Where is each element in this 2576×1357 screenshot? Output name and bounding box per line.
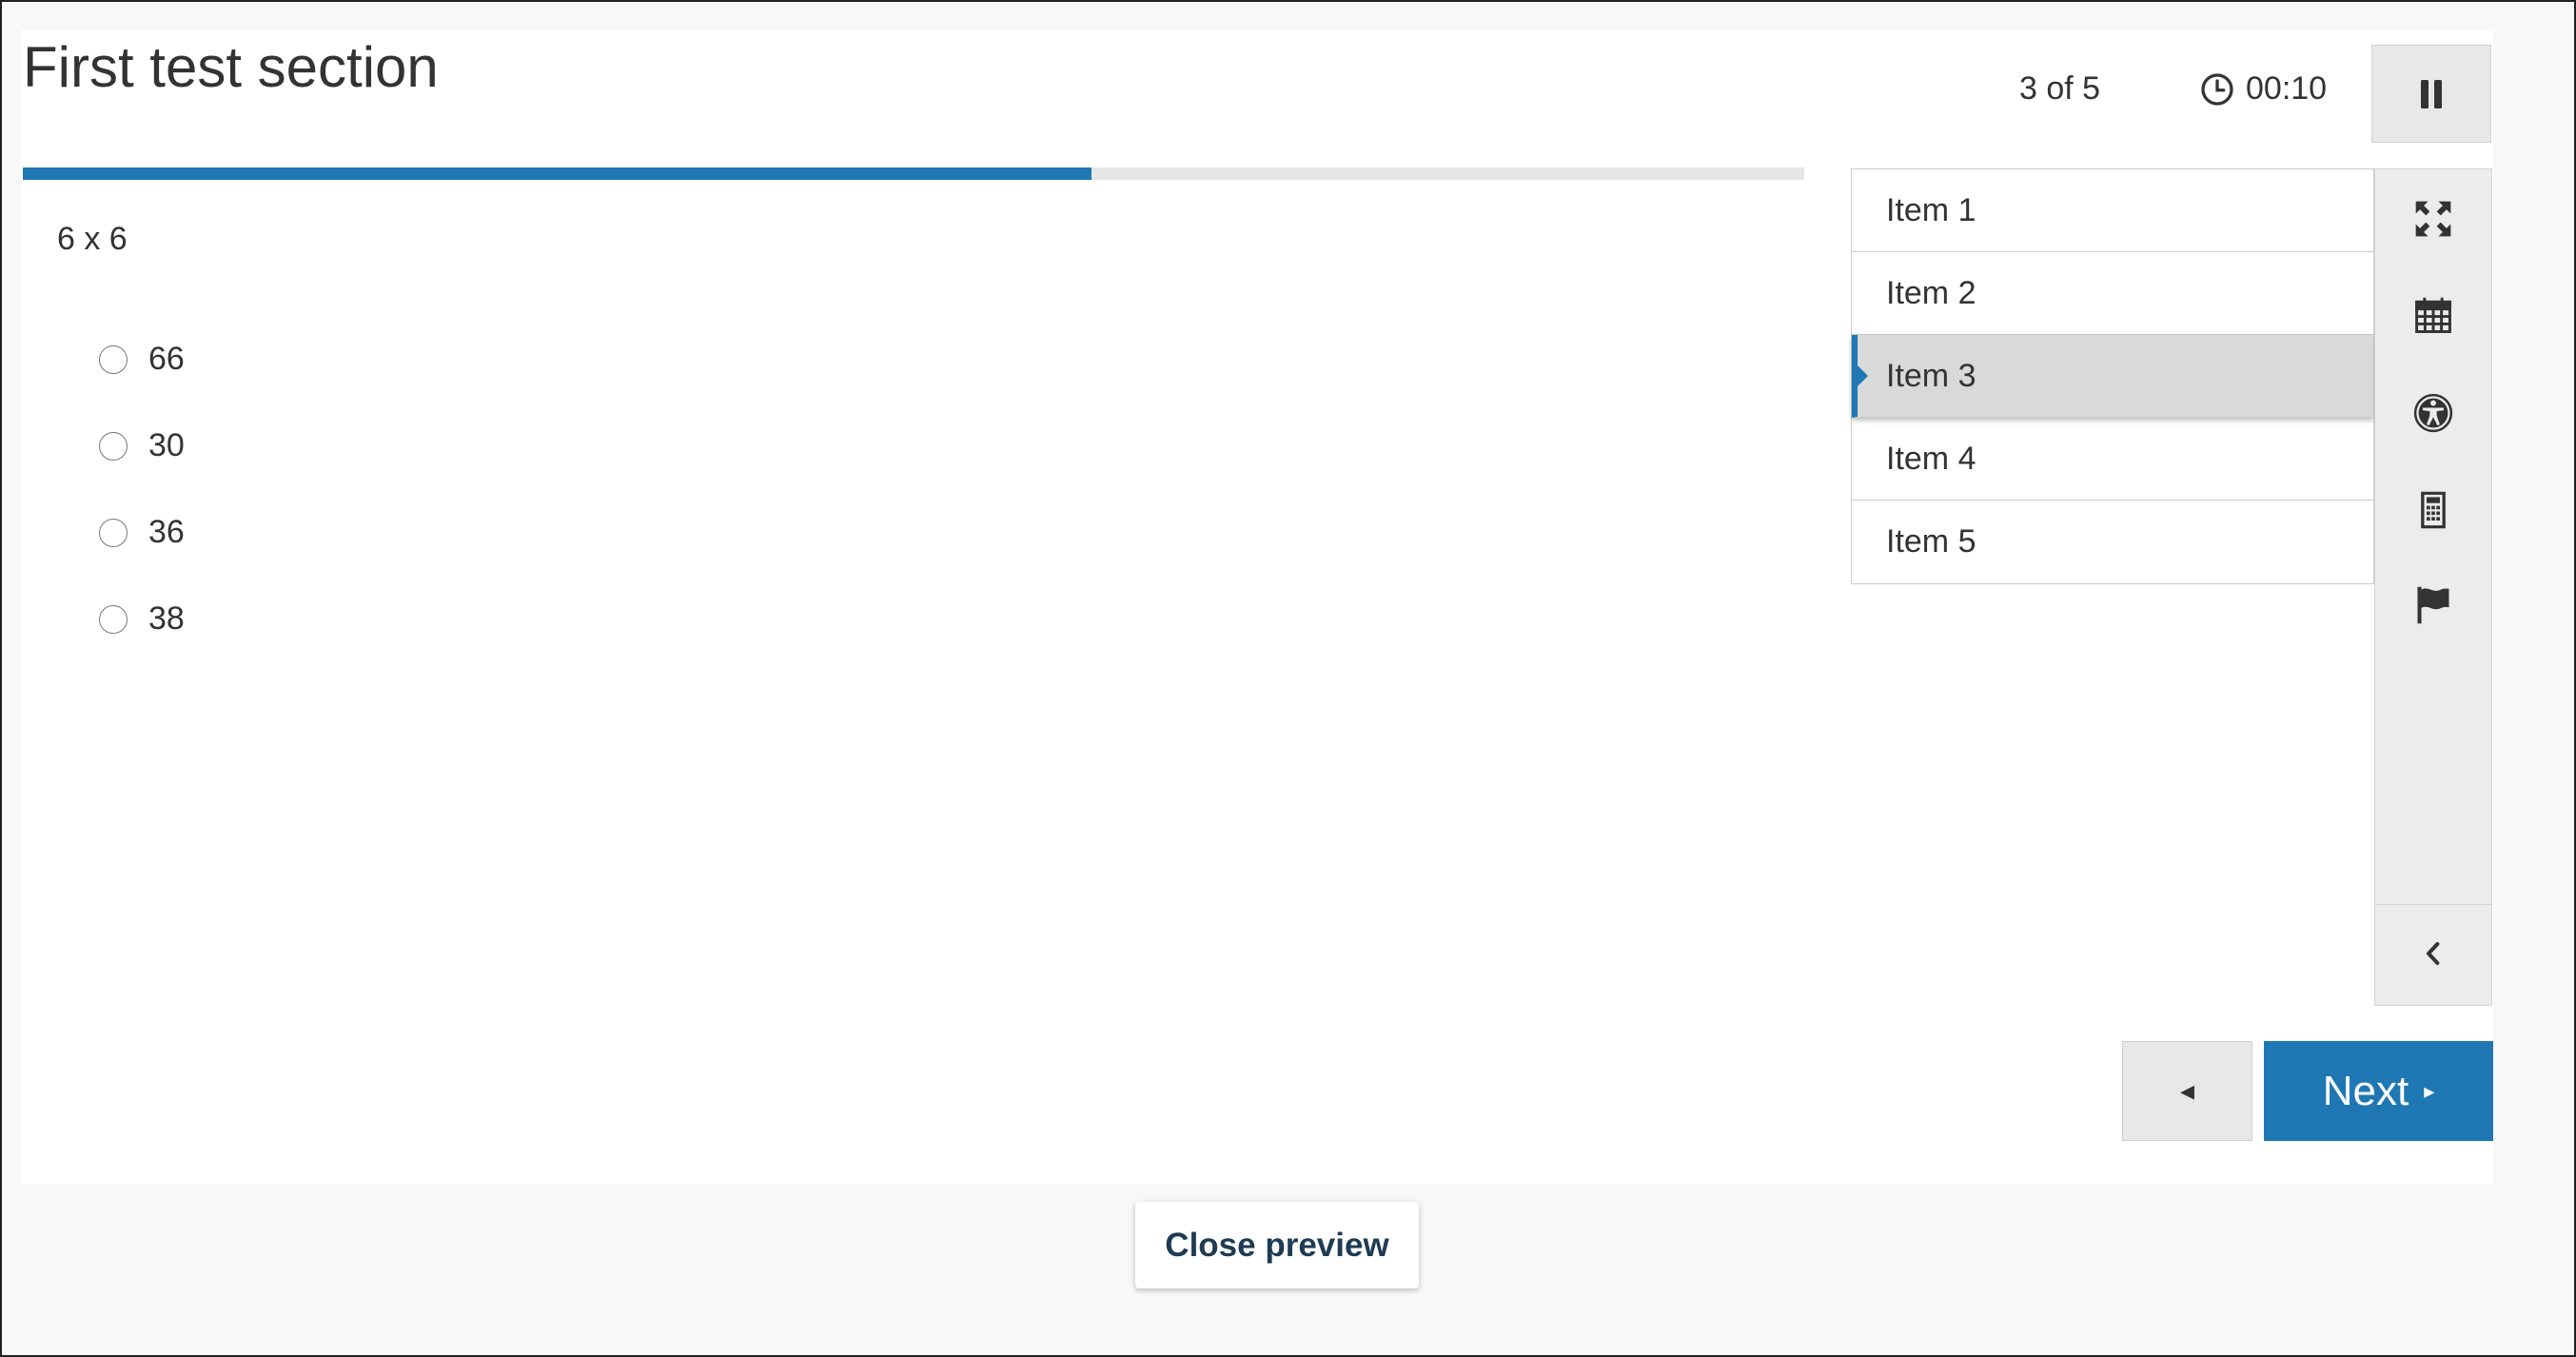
choice-label: 36 [148, 514, 185, 550]
choice-label: 66 [148, 341, 185, 377]
radio-button[interactable] [99, 344, 128, 374]
calendar-icon [2415, 297, 2451, 333]
item-nav-5[interactable]: Item 5 [1852, 501, 2373, 583]
timer: 00:10 [2200, 70, 2327, 108]
toolbar-divider [2375, 904, 2491, 905]
answer-choice[interactable]: 30 [99, 403, 185, 489]
close-preview-button[interactable]: Close preview [1135, 1202, 1419, 1288]
answer-choices: 66 30 36 38 [99, 316, 185, 662]
item-nav-2[interactable]: Item 2 [1852, 252, 2373, 335]
flag-button[interactable] [2375, 567, 2491, 643]
answer-choice[interactable]: 36 [99, 489, 185, 576]
next-label: Next [2322, 1067, 2409, 1114]
section-title: First test section [23, 35, 439, 99]
item-nav-4[interactable]: Item 4 [1852, 418, 2373, 501]
caret-left-icon: ◂ [2179, 1075, 2195, 1107]
question-prompt: 6 x 6 [57, 221, 128, 257]
caret-right-icon: ▸ [2424, 1078, 2435, 1103]
calculator-button[interactable] [2375, 472, 2491, 548]
accessibility-icon [2413, 393, 2453, 433]
fullscreen-button[interactable] [2375, 181, 2491, 257]
progress-bar-fill [23, 167, 1092, 180]
previous-button[interactable]: ◂ [2122, 1041, 2252, 1141]
tools-sidebar [2374, 168, 2492, 1006]
accessibility-button[interactable] [2375, 375, 2491, 451]
item-nav-1[interactable]: Item 1 [1852, 169, 2373, 252]
pause-icon [2421, 79, 2442, 108]
clock-icon [2201, 72, 2233, 106]
item-counter: 3 of 5 [2019, 70, 2101, 107]
app-frame: First test section 3 of 5 00:10 6 x 6 66 [0, 0, 2576, 1357]
answer-choice[interactable]: 66 [99, 316, 185, 403]
timer-value: 00:10 [2246, 70, 2328, 107]
choice-label: 30 [148, 427, 185, 463]
item-navigation-list: Item 1 Item 2 Item 3 Item 4 Item 5 [1851, 168, 2374, 584]
radio-button[interactable] [99, 518, 128, 547]
pause-button[interactable] [2371, 45, 2491, 143]
radio-button[interactable] [99, 604, 128, 634]
choice-label: 38 [148, 600, 185, 637]
answer-choice[interactable]: 38 [99, 576, 185, 662]
calculator-icon [2421, 491, 2446, 529]
chevron-left-icon [2427, 942, 2440, 965]
fullscreen-icon [2415, 201, 2451, 237]
test-player: First test section 3 of 5 00:10 6 x 6 66 [21, 30, 2493, 1184]
radio-button[interactable] [99, 431, 128, 461]
next-button[interactable]: Next ▸ [2264, 1041, 2493, 1141]
item-nav-3-active[interactable]: Item 3 [1852, 335, 2373, 418]
flag-icon [2417, 586, 2449, 624]
collapse-panel-button[interactable] [2375, 915, 2491, 992]
calendar-button[interactable] [2375, 278, 2491, 354]
progress-bar [23, 167, 1804, 180]
